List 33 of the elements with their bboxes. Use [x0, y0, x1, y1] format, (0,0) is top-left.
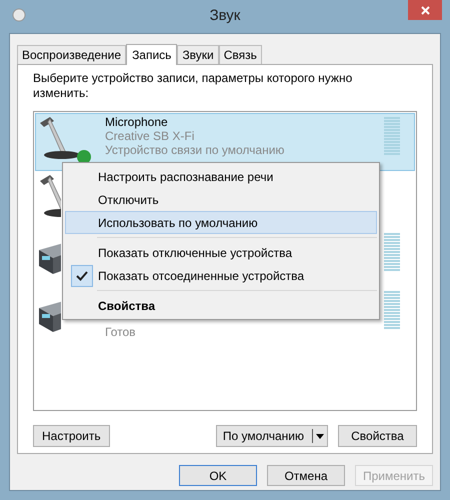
- device-driver: Creative SB X-Fi: [105, 129, 196, 143]
- dialog-button[interactable]: Отмена: [267, 465, 345, 486]
- speaker-icon: [12, 8, 26, 22]
- tab[interactable]: Воспроизведение: [17, 45, 126, 64]
- default-split-button[interactable]: По умолчанию: [216, 425, 328, 447]
- checkmark-icon: [71, 264, 93, 286]
- microphone-icon: [39, 116, 81, 160]
- close-icon: [420, 6, 430, 14]
- dropdown-arrow-icon[interactable]: [316, 434, 324, 438]
- device-status: Устройство связи по умолчанию: [105, 143, 286, 157]
- properties-button[interactable]: Свойства: [338, 425, 417, 447]
- window-title: Звук: [210, 6, 240, 26]
- dialog-button[interactable]: OK: [179, 465, 257, 486]
- menu-item[interactable]: Показать отсоединенные устройства: [65, 264, 377, 287]
- menu-item-label: Отключить: [98, 192, 159, 208]
- device-name: Microphone: [105, 115, 169, 129]
- menu-item[interactable]: Свойства: [65, 294, 377, 317]
- split-button-label: По умолчанию: [222, 428, 304, 445]
- menu-item[interactable]: Использовать по умолчанию: [65, 211, 377, 234]
- menu-item-label: Показать отключенные устройства: [98, 244, 292, 262]
- menu-item[interactable]: Отключить: [65, 188, 377, 211]
- menu-item-label: Показать отсоединенные устройства: [98, 268, 304, 284]
- menu-item[interactable]: Показать отключенные устройства: [65, 241, 377, 264]
- menu-item-label: Использовать по умолчанию: [98, 214, 258, 232]
- device-status: Готов: [105, 325, 137, 339]
- menu-item-label: Свойства: [98, 298, 156, 314]
- tab[interactable]: Запись: [126, 44, 178, 65]
- instruction-text: Выберите устройство записи, параметры которого нужно изменить:: [33, 71, 354, 101]
- close-button[interactable]: [408, 0, 442, 20]
- configure-button[interactable]: Настроить: [33, 425, 110, 447]
- tab[interactable]: Звуки: [177, 45, 219, 64]
- tab[interactable]: Связь: [218, 45, 262, 64]
- menu-item-label: Настроить распознавание речи: [98, 168, 274, 186]
